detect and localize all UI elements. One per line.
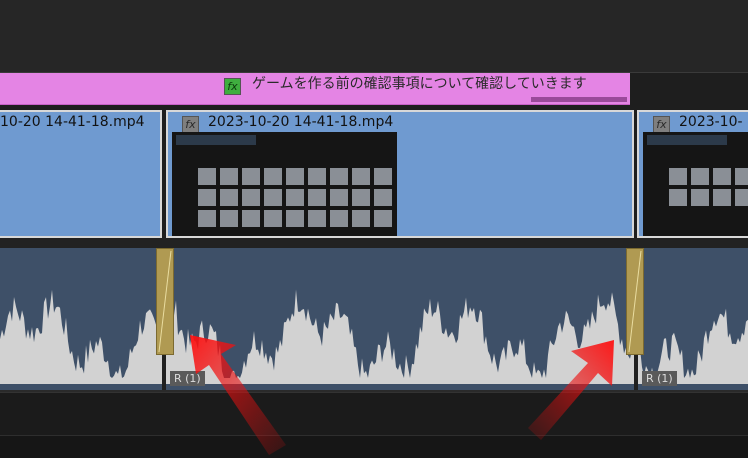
transition-marker-icon[interactable] (156, 248, 174, 355)
transition-marker-icon[interactable] (626, 248, 644, 355)
waveform-shape (0, 289, 162, 384)
waveform-shape (166, 289, 634, 384)
audio-waveform (638, 308, 748, 384)
audio-channel-label: R (1) (170, 371, 205, 386)
video-clip-name: 2023-10- (679, 114, 743, 130)
empty-track (0, 392, 748, 435)
audio-waveform (0, 289, 162, 384)
video-clip-1[interactable]: 10-20 14-41-18.mp4 (0, 110, 162, 238)
fx-icon[interactable]: fx (182, 116, 199, 133)
video-clip-2[interactable]: fx 2023-10-20 14-41-18.mp4 (166, 110, 634, 238)
audio-clip-3[interactable]: R (1) (636, 248, 748, 390)
title-clip-keyframe-bar (531, 97, 627, 102)
fx-icon[interactable]: fx (224, 78, 241, 95)
waveform-shape (638, 308, 748, 384)
title-clip-text: ゲームを作る前の確認事項について確認していきます (252, 76, 587, 92)
video-thumbnail (643, 132, 748, 236)
video-thumbnail (172, 132, 397, 236)
video-clip-3[interactable]: fx 2023-10- (637, 110, 748, 238)
audio-waveform (166, 289, 634, 384)
audio-clip-1[interactable] (0, 248, 164, 390)
audio-channel-label: R (1) (642, 371, 677, 386)
video-clip-name: 10-20 14-41-18.mp4 (0, 114, 145, 130)
video-clip-name: 2023-10-20 14-41-18.mp4 (208, 114, 394, 130)
title-clip[interactable]: fx ゲームを作る前の確認事項について確認していきます (0, 73, 630, 105)
fx-icon[interactable]: fx (653, 116, 670, 133)
audio-clip-2[interactable]: R (1) (164, 248, 636, 390)
timeline-top-area (0, 0, 748, 72)
track-gap (0, 238, 748, 248)
empty-track (0, 435, 748, 458)
